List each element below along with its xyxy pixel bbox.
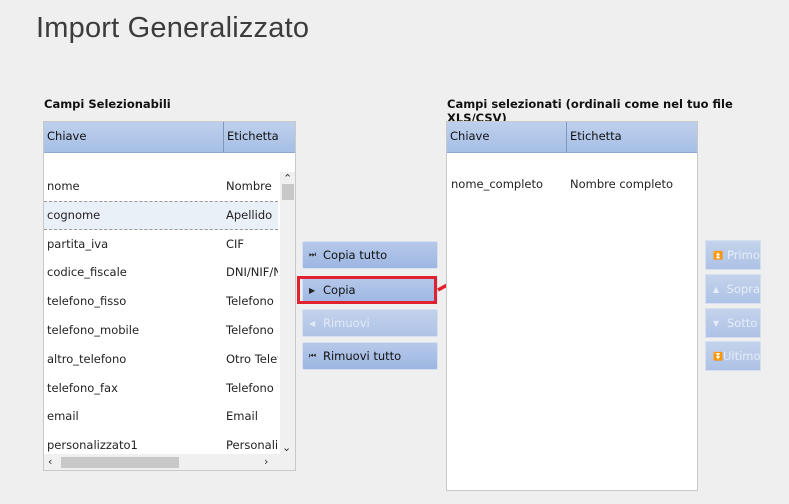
move-down-label: Sotto (727, 316, 758, 330)
column-header-label[interactable]: Etichetta (223, 122, 295, 152)
move-down-button[interactable]: ▼ Sotto (705, 308, 761, 338)
cell-key: altro_telefono (47, 351, 127, 366)
move-last-icon: ⏬ (713, 351, 723, 361)
table-row[interactable]: telefono_mobile Telefono M (44, 316, 278, 345)
table-row[interactable]: nome_completo Nombre completo (447, 170, 697, 199)
column-header-key[interactable]: Chiave (44, 122, 223, 152)
table-header: Chiave Etichetta (447, 122, 697, 153)
cell-key: codice_fiscale (47, 265, 127, 280)
move-up-icon: ▲ (713, 284, 720, 294)
cell-label: Nombre completo (570, 177, 674, 191)
column-header-key[interactable]: Chiave (447, 122, 566, 152)
cell-label: Telefono f (226, 380, 278, 395)
scroll-left-icon[interactable]: ‹ (48, 455, 52, 468)
cell-label: Telefono M (226, 323, 278, 337)
fast-backward-icon: ⏮ (309, 351, 317, 360)
move-up-button[interactable]: ▲ Sopra (705, 274, 761, 304)
cell-key: partita_iva (47, 236, 109, 251)
available-fields-table: Chiave Etichetta nome Nombre cognome Apelli… (43, 121, 296, 471)
cell-label: DNI/NIF/NI (226, 265, 278, 280)
page-title: Import Generalizzato (36, 12, 310, 44)
scroll-thumb[interactable] (61, 457, 179, 468)
scroll-thumb[interactable] (282, 184, 294, 200)
cell-key: nome (47, 179, 80, 193)
table-row[interactable]: email Email (44, 402, 278, 431)
column-header-label[interactable]: Etichetta (566, 122, 697, 152)
table-row[interactable]: partita_iva CIF (44, 230, 278, 259)
cell-key: telefono_mobile (47, 323, 140, 337)
table-row[interactable]: altro_telefono Otro Telef (44, 345, 278, 374)
cell-label: Nombre (226, 179, 272, 193)
move-up-label: Sopra (726, 282, 760, 296)
remove-all-button[interactable]: ⏮ Rimuovi tutto (302, 342, 438, 370)
cell-key: nome_completo (451, 177, 544, 191)
horizontal-scrollbar[interactable]: ‹ › (44, 454, 295, 470)
copy-all-label: Copia tutto (323, 248, 388, 262)
cell-label: CIF (226, 236, 245, 251)
cell-label: Otro Telef (226, 351, 278, 366)
copy-all-button[interactable]: ⏭ Copia tutto (302, 241, 438, 269)
move-down-icon: ▼ (713, 318, 720, 328)
selected-fields-table: Chiave Etichetta nome_completo Nombre co… (446, 121, 698, 491)
cell-key: telefono_fisso (47, 294, 127, 309)
cell-label: Apellido (226, 207, 273, 222)
remove-label: Rimuovi (323, 316, 370, 330)
vertical-scrollbar[interactable]: ⌃ ⌄ (280, 172, 295, 454)
fast-forward-icon: ⏭ (309, 250, 317, 259)
move-last-button[interactable]: ⏬ Ultimo (705, 341, 761, 371)
move-first-icon: ⏫ (713, 250, 723, 260)
table-row[interactable]: cognome Apellido (44, 200, 278, 230)
move-last-label: Ultimo (722, 349, 761, 363)
copy-label: Copia (323, 283, 356, 297)
table-row[interactable]: codice_fiscale DNI/NIF/NI (44, 258, 278, 287)
cell-key: cognome (47, 207, 101, 222)
scroll-right-icon[interactable]: › (264, 455, 268, 468)
table-row[interactable]: telefono_fax Telefono f (44, 374, 278, 403)
play-icon: ▶ (309, 285, 316, 295)
move-first-button[interactable]: ⏫ Primo (705, 240, 761, 270)
available-fields-label: Campi Selezionabili (44, 97, 171, 111)
back-icon: ◀ (309, 318, 316, 328)
table-header: Chiave Etichetta (44, 122, 295, 153)
copy-button[interactable]: ▶ Copia (302, 276, 438, 304)
remove-button[interactable]: ◀ Rimuovi (302, 309, 438, 337)
move-first-label: Primo (727, 248, 760, 262)
scroll-down-icon[interactable]: ⌄ (282, 441, 291, 454)
remove-all-label: Rimuovi tutto (323, 349, 402, 363)
cell-label: Email (226, 409, 258, 424)
table-row[interactable]: telefono_fisso Telefono F (44, 287, 278, 316)
cell-label: Telefono F (226, 294, 278, 309)
table-row[interactable]: nome Nombre (44, 172, 278, 201)
cell-key: telefono_fax (47, 380, 118, 395)
cell-key: email (47, 409, 79, 424)
